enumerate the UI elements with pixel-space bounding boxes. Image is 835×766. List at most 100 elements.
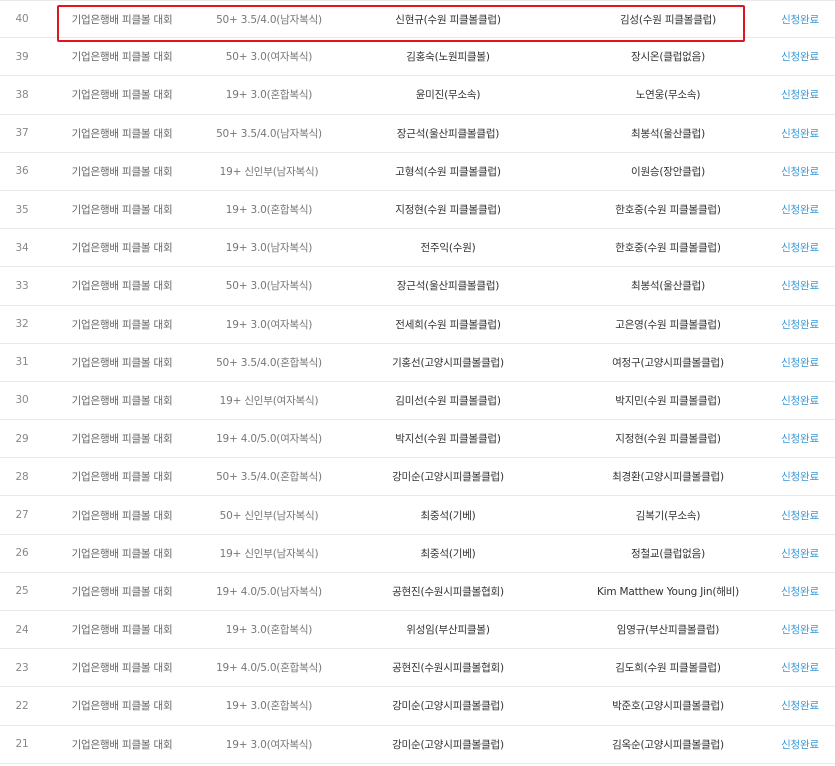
status-link[interactable]: 신청완료 — [770, 76, 830, 113]
table-row[interactable]: 28 기업은행배 피클볼 대회 50+ 3.5/4.0(혼합복식) 강미순(고양시피클… — [0, 458, 835, 497]
status-link[interactable]: 신청완료 — [770, 306, 830, 343]
table-row[interactable]: 34 기업은행배 피클볼 대회 19+ 3.0(남자복식) 전주익(수원) 한호중(수원… — [0, 229, 835, 268]
table-row[interactable]: 23 기업은행배 피클볼 대회 19+ 4.0/5.0(혼합복식) 공현진(수원시피클… — [0, 649, 835, 688]
row-number: 39 — [15, 50, 29, 63]
player1-name: 윤미진(무소속) — [415, 89, 481, 102]
division-name: 50+ 3.5/4.0(혼합복식) — [216, 356, 322, 369]
division-name: 19+ 4.0/5.0(혼합복식) — [216, 662, 322, 675]
division-name: 19+ 3.0(남자복식) — [225, 242, 313, 255]
division-name: 50+ 3.5/4.0(남자복식) — [216, 13, 322, 26]
division-name: 19+ 4.0/5.0(남자복식) — [216, 585, 322, 598]
player2-name: 한호중(수원 피클볼클럽) — [615, 204, 721, 217]
table-row[interactable]: 39 기업은행배 피클볼 대회 50+ 3.0(여자복식) 김홍숙(노원피클볼) 장시온… — [0, 38, 835, 77]
division-name: 50+ 3.5/4.0(혼합복식) — [216, 471, 322, 484]
table-row[interactable]: 38 기업은행배 피클볼 대회 19+ 3.0(혼합복식) 윤미진(무소속) 노연웅(무… — [0, 76, 835, 115]
event-name: 기업은행배 피클볼 대회 — [71, 471, 173, 484]
table-row[interactable]: 36 기업은행배 피클볼 대회 19+ 신인부(남자복식) 고형석(수원 피클볼클럽)… — [0, 153, 835, 191]
table-row[interactable]: 31 기업은행배 피클볼 대회 50+ 3.5/4.0(혼합복식) 기홍선(고양시피클… — [0, 344, 835, 382]
player2-name: 임영규(부산피클볼클럽) — [616, 624, 720, 637]
division-name: 19+ 3.0(혼합복식) — [225, 624, 313, 637]
player1-name: 신현규(수원 피클볼클럽) — [395, 13, 501, 26]
status-link[interactable]: 신청완료 — [770, 458, 830, 495]
status-link[interactable]: 신청완료 — [770, 382, 830, 419]
table-row[interactable]: 24 기업은행배 피클볼 대회 19+ 3.0(혼합복식) 위성임(부산피클볼) 임영규… — [0, 611, 835, 650]
event-name: 기업은행배 피클볼 대회 — [71, 89, 173, 102]
player2-name: 최경환(고양시피클볼클럽) — [612, 471, 724, 484]
event-name: 기업은행배 피클볼 대회 — [71, 204, 173, 217]
player2-name: 노연웅(무소속) — [635, 89, 701, 102]
event-name: 기업은행배 피클볼 대회 — [71, 433, 173, 446]
event-name: 기업은행배 피클볼 대회 — [71, 585, 173, 598]
player1-name: 최중석(기베) — [420, 547, 476, 560]
event-name: 기업은행배 피클볼 대회 — [71, 738, 173, 751]
row-number: 22 — [15, 699, 29, 712]
player2-name: Kim Matthew Young Jin(해비) — [596, 585, 740, 598]
status-link[interactable]: 신청완료 — [770, 153, 830, 190]
row-number: 25 — [15, 585, 29, 598]
division-name: 19+ 3.0(혼합복식) — [225, 89, 313, 102]
row-number: 37 — [15, 127, 29, 140]
player1-name: 고형석(수원 피클볼클럽) — [395, 165, 501, 178]
row-number: 40 — [15, 13, 29, 26]
player2-name: 박준호(고양시피클볼클럽) — [612, 700, 724, 713]
event-name: 기업은행배 피클볼 대회 — [71, 280, 173, 293]
player2-name: 김도희(수원 피클볼클럽) — [615, 662, 721, 675]
player2-name: 최봉석(울산클럽) — [630, 280, 705, 293]
player1-name: 박지선(수원 피클볼클럽) — [395, 433, 501, 446]
status-link[interactable]: 신청완료 — [770, 267, 830, 304]
player2-name: 장시온(클럽없음) — [630, 51, 705, 64]
event-name: 기업은행배 피클볼 대회 — [71, 242, 173, 255]
status-link[interactable]: 신청완료 — [770, 726, 830, 763]
table-row[interactable]: 29 기업은행배 피클볼 대회 19+ 4.0/5.0(여자복식) 박지선(수원 피클… — [0, 420, 835, 459]
status-link[interactable]: 신청완료 — [770, 1, 830, 37]
table-row[interactable]: 25 기업은행배 피클볼 대회 19+ 4.0/5.0(남자복식) 공현진(수원시피클… — [0, 573, 835, 611]
table-row[interactable]: 40 기업은행배 피클볼 대회 50+ 3.5/4.0(남자복식) 신현규(수원 피클… — [0, 0, 835, 39]
status-link[interactable]: 신청완료 — [770, 535, 830, 572]
table-row[interactable]: 35 기업은행배 피클볼 대회 19+ 3.0(혼합복식) 지정현(수원 피클볼클럽)… — [0, 191, 835, 230]
event-name: 기업은행배 피클볼 대회 — [71, 547, 173, 560]
row-number: 35 — [15, 203, 29, 216]
player2-name: 박지민(수원 피클볼클럽) — [615, 394, 721, 407]
table-row[interactable]: 33 기업은행배 피클볼 대회 50+ 3.0(남자복식) 장근석(울산피클볼클럽) 최… — [0, 267, 835, 306]
player1-name: 공현진(수원시피클볼협회) — [392, 585, 504, 598]
table-row[interactable]: 30 기업은행배 피클볼 대회 19+ 신인부(여자복식) 김미선(수원 피클볼클럽)… — [0, 382, 835, 421]
status-link[interactable]: 신청완료 — [770, 649, 830, 686]
status-link[interactable]: 신청완료 — [770, 687, 830, 724]
division-name: 50+ 3.5/4.0(남자복식) — [216, 127, 322, 140]
table-row[interactable]: 22 기업은행배 피클볼 대회 19+ 3.0(혼합복식) 강미순(고양시피클볼클럽)… — [0, 687, 835, 726]
table-row[interactable]: 37 기업은행배 피클볼 대회 50+ 3.5/4.0(남자복식) 장근석(울산피클볼… — [0, 115, 835, 153]
player1-name: 공현진(수원시피클볼협회) — [392, 662, 504, 675]
event-name: 기업은행배 피클볼 대회 — [71, 662, 173, 675]
event-name: 기업은행배 피클볼 대회 — [71, 318, 173, 331]
table-row[interactable]: 27 기업은행배 피클볼 대회 50+ 신인부(남자복식) 최중석(기베) 김복기(무소… — [0, 496, 835, 535]
player2-name: 이원승(장안클럽) — [630, 165, 705, 178]
player2-name: 최봉석(울산클럽) — [630, 127, 705, 140]
status-link[interactable]: 신청완료 — [770, 496, 830, 533]
player1-name: 지정현(수원 피클볼클럽) — [395, 204, 501, 217]
table-row[interactable]: 26 기업은행배 피클볼 대회 19+ 신인부(남자복식) 최중석(기베) 정철교(클럽… — [0, 535, 835, 573]
status-link[interactable]: 신청완료 — [770, 191, 830, 228]
row-number: 29 — [15, 432, 29, 445]
status-link[interactable]: 신청완료 — [770, 229, 830, 266]
table-row[interactable]: 21 기업은행배 피클볼 대회 19+ 3.0(여자복식) 강미순(고양시피클볼클럽)… — [0, 726, 835, 764]
event-name: 기업은행배 피클볼 대회 — [71, 51, 173, 64]
row-number: 27 — [15, 509, 29, 522]
row-number: 30 — [15, 394, 29, 407]
status-link[interactable]: 신청완료 — [770, 38, 830, 75]
event-name: 기업은행배 피클볼 대회 — [71, 13, 173, 26]
table-row[interactable]: 32 기업은행배 피클볼 대회 19+ 3.0(여자복식) 전세희(수원 피클볼클럽)… — [0, 306, 835, 344]
status-link[interactable]: 신청완료 — [770, 573, 830, 610]
status-link[interactable]: 신청완료 — [770, 420, 830, 457]
status-link[interactable]: 신청완료 — [770, 115, 830, 152]
status-link[interactable]: 신청완료 — [770, 611, 830, 648]
status-link[interactable]: 신청완료 — [770, 344, 830, 381]
row-number: 21 — [15, 738, 29, 751]
division-name: 19+ 신인부(여자복식) — [219, 394, 319, 407]
division-name: 19+ 4.0/5.0(여자복식) — [216, 433, 322, 446]
registration-table: 40 기업은행배 피클볼 대회 50+ 3.5/4.0(남자복식) 신현규(수원 피클… — [0, 0, 835, 764]
player2-name: 김복기(무소속) — [635, 509, 701, 522]
row-number: 23 — [15, 661, 29, 674]
event-name: 기업은행배 피클볼 대회 — [71, 509, 173, 522]
row-number: 36 — [15, 165, 29, 178]
event-name: 기업은행배 피클볼 대회 — [71, 394, 173, 407]
